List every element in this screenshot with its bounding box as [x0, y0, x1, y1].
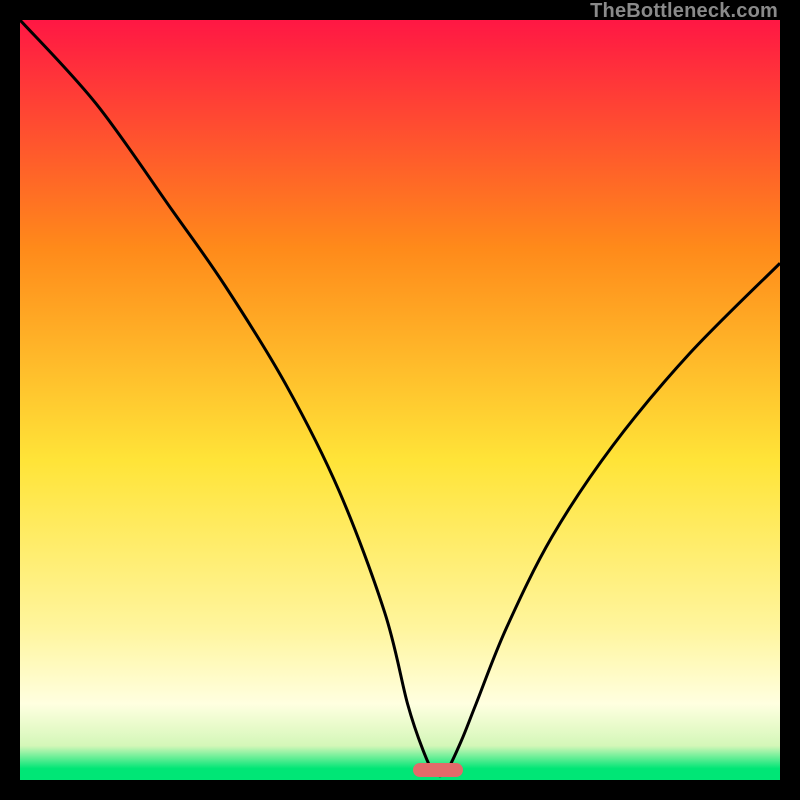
chart-frame [20, 20, 780, 780]
chart-plot [20, 20, 780, 780]
optimal-range-marker [413, 763, 462, 777]
watermark-text: TheBottleneck.com [590, 0, 778, 23]
